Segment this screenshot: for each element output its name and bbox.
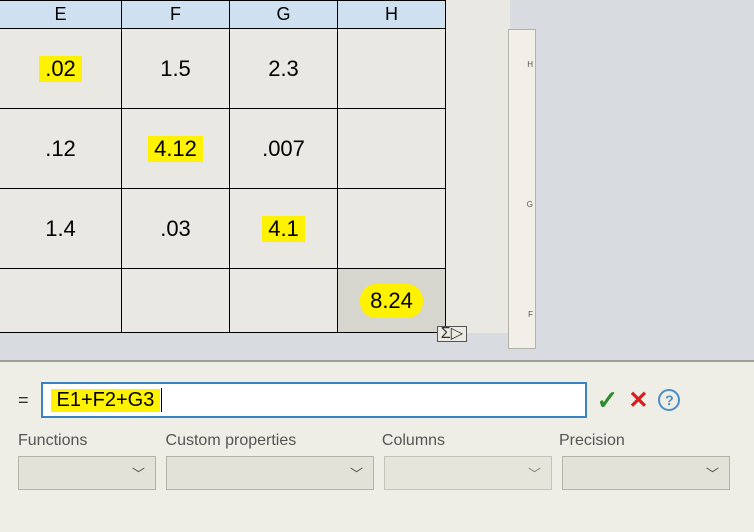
- formula-text: E1+F2+G3: [51, 389, 161, 412]
- cell-F3[interactable]: .03: [122, 189, 230, 269]
- cell-value: 4.1: [262, 216, 305, 242]
- label-columns: Columns: [382, 432, 559, 450]
- spreadsheet-area: E F G H .02 1.5 2.3 .12 4.12 .007 1.4 .0…: [0, 0, 510, 333]
- chevron-down-icon: ﹀: [132, 464, 145, 483]
- cell-E1[interactable]: .02: [0, 29, 122, 109]
- functions-select[interactable]: ﹀: [18, 456, 156, 490]
- help-icon[interactable]: ?: [658, 389, 680, 411]
- cell-value: .12: [45, 136, 76, 162]
- cell-H4[interactable]: 8.24 Σ▷: [338, 269, 446, 333]
- cell-H3[interactable]: [338, 189, 446, 269]
- column-headers: E F G H: [0, 0, 510, 29]
- equals-label: =: [18, 390, 29, 411]
- column-header-F[interactable]: F: [122, 0, 230, 29]
- cell-value: 4.12: [148, 136, 203, 162]
- column-header-E[interactable]: E: [0, 0, 122, 29]
- cell-H1[interactable]: [338, 29, 446, 109]
- dropdowns-row: ﹀ ﹀ ﹀ ﹀: [18, 456, 736, 490]
- cell-G4[interactable]: [230, 269, 338, 333]
- cell-value: .03: [160, 216, 191, 242]
- custom-properties-select[interactable]: ﹀: [166, 456, 374, 490]
- cancel-icon[interactable]: ✕: [628, 386, 648, 415]
- formula-panel: = E1+F2+G3 ✓ ✕ ? Functions Custom proper…: [0, 360, 754, 532]
- cell-value: 1.4: [45, 216, 76, 242]
- formula-input[interactable]: E1+F2+G3: [41, 382, 587, 418]
- cell-E4[interactable]: [0, 269, 122, 333]
- cell-value: .02: [39, 56, 82, 82]
- ruler-mark: G: [527, 200, 533, 209]
- cell-E3[interactable]: 1.4: [0, 189, 122, 269]
- cell-F1[interactable]: 1.5: [122, 29, 230, 109]
- label-functions: Functions: [18, 432, 166, 450]
- precision-select[interactable]: ﹀: [562, 456, 730, 490]
- cell-G1[interactable]: 2.3: [230, 29, 338, 109]
- cell-value: 2.3: [268, 56, 299, 82]
- cell-F4[interactable]: [122, 269, 230, 333]
- cell-value: 1.5: [160, 56, 191, 82]
- column-header-G[interactable]: G: [230, 0, 338, 29]
- chevron-down-icon: ﹀: [528, 464, 541, 483]
- cell-F2[interactable]: 4.12: [122, 109, 230, 189]
- grid: .02 1.5 2.3 .12 4.12 .007 1.4 .03 4.1 8.…: [0, 29, 510, 333]
- dropdown-labels: Functions Custom properties Columns Prec…: [18, 432, 736, 450]
- ruler-mark: H: [527, 60, 533, 69]
- cell-G3[interactable]: 4.1: [230, 189, 338, 269]
- sum-indicator-icon: Σ▷: [437, 326, 467, 342]
- cell-G2[interactable]: .007: [230, 109, 338, 189]
- column-header-H[interactable]: H: [338, 0, 446, 29]
- cell-value: .007: [262, 136, 305, 162]
- side-ruler: H G F: [508, 29, 536, 349]
- ruler-mark: F: [528, 310, 533, 319]
- label-precision: Precision: [559, 432, 736, 450]
- cell-value: 8.24: [360, 284, 423, 318]
- columns-select[interactable]: ﹀: [384, 456, 552, 490]
- cell-E2[interactable]: .12: [0, 109, 122, 189]
- confirm-icon[interactable]: ✓: [597, 385, 619, 416]
- formula-row: = E1+F2+G3 ✓ ✕ ?: [18, 382, 736, 418]
- label-custom-properties: Custom properties: [166, 432, 382, 450]
- text-caret: [161, 388, 162, 412]
- chevron-down-icon: ﹀: [706, 464, 719, 483]
- cell-H2[interactable]: [338, 109, 446, 189]
- chevron-down-icon: ﹀: [350, 464, 363, 483]
